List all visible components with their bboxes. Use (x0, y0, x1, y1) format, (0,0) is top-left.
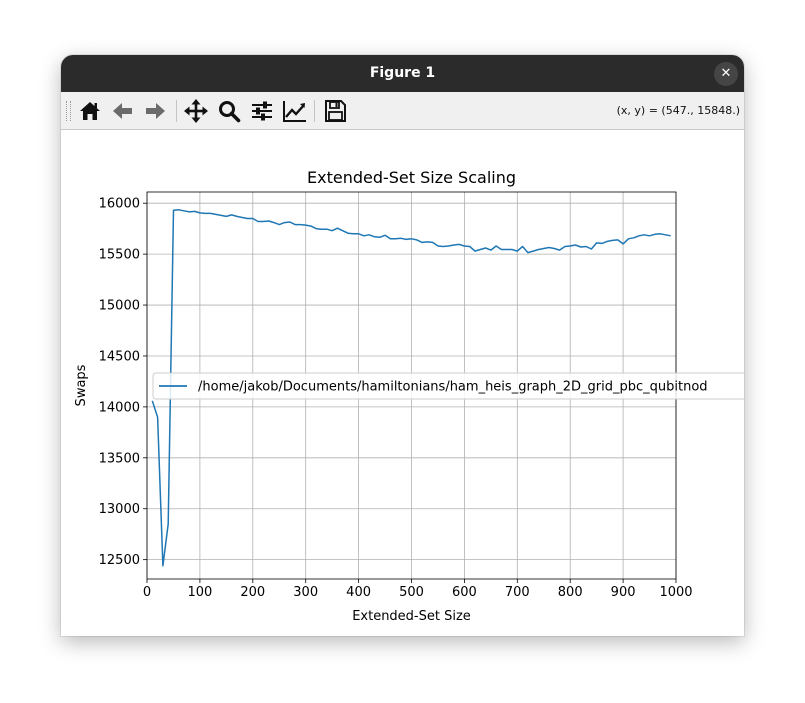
y-tick-label: 15500 (99, 248, 140, 263)
home-icon (80, 102, 100, 120)
zoom-magnifier-icon (219, 101, 241, 123)
edit-axis-button[interactable] (281, 97, 309, 125)
edit-axis-curve-icon (283, 101, 306, 122)
line-chart[interactable]: 0 100 200 300 400 500 600 700 800 900 1000 12500 130… (61, 130, 744, 636)
y-tick-label: 13500 (99, 451, 140, 466)
subplots-sliders-icon (252, 101, 272, 121)
navigation-toolbar: (x, y) = (547., 15848.) (61, 92, 744, 130)
configure-subplots-button[interactable] (248, 97, 276, 125)
zoom-button[interactable] (215, 97, 243, 125)
x-tick-label: 300 (293, 585, 318, 600)
y-tick-label: 12500 (99, 553, 140, 568)
forward-arrow-icon (146, 103, 165, 119)
x-tick-label: 600 (452, 585, 477, 600)
cursor-coordinates: (x, y) = (547., 15848.) (616, 104, 740, 117)
y-tick-label: 13000 (99, 502, 140, 517)
y-axis-label: Swaps (74, 364, 89, 406)
figure-window: Figure 1 ✕ (x, y) = (547., 15848.) 0 100… (61, 55, 744, 636)
toolbar-grip-handle[interactable] (66, 101, 71, 121)
pan-move-icon (184, 99, 208, 123)
forward-button[interactable] (141, 97, 169, 125)
title-bar[interactable]: Figure 1 ✕ (61, 55, 744, 92)
x-tick-label: 500 (399, 585, 424, 600)
chart-title: Extended-Set Size Scaling (307, 168, 516, 187)
y-tick-label: 14000 (99, 400, 140, 415)
y-tick-label: 15000 (99, 299, 140, 314)
window-title: Figure 1 (369, 65, 436, 81)
home-button[interactable] (76, 97, 104, 125)
close-button[interactable]: ✕ (714, 62, 738, 86)
x-tick-label: 900 (611, 585, 636, 600)
x-tick-label: 0 (143, 585, 151, 600)
x-tick-label: 200 (240, 585, 265, 600)
pan-button[interactable] (182, 97, 210, 125)
save-floppy-icon (325, 100, 346, 122)
back-button[interactable] (109, 97, 137, 125)
x-tick-label: 800 (558, 585, 583, 600)
x-axis-label: Extended-Set Size (352, 609, 471, 624)
x-tick-label: 400 (346, 585, 371, 600)
y-tick-label: 16000 (99, 197, 140, 212)
y-tick-label: 14500 (99, 349, 140, 364)
x-tick-label: 700 (505, 585, 530, 600)
legend-entry: /home/jakob/Documents/hamiltonians/ham_h… (198, 380, 708, 395)
toolbar-separator (176, 100, 177, 122)
x-tick-label: 1000 (659, 585, 692, 600)
toolbar-separator (314, 100, 315, 122)
x-tick-label: 100 (187, 585, 212, 600)
save-button[interactable] (321, 97, 349, 125)
back-arrow-icon (113, 103, 132, 119)
figure-canvas[interactable]: 0 100 200 300 400 500 600 700 800 900 1000 12500 130… (61, 130, 744, 636)
close-icon: ✕ (720, 66, 732, 81)
